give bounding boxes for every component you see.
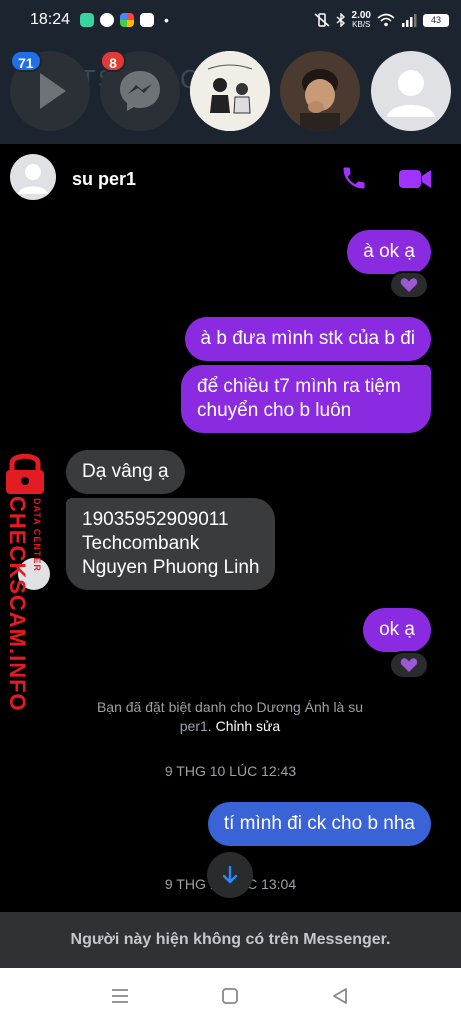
home-icon[interactable]	[218, 984, 242, 1008]
contact-avatar[interactable]	[10, 154, 56, 200]
account-number-text: 19035952909011	[82, 509, 229, 530]
timestamp: 9 THG 10 LÚC 12:43	[164, 763, 297, 779]
checkscam-watermark: CHECKSCAM.INFO DATA CENTER	[2, 450, 50, 712]
messenger-app-icon	[100, 13, 115, 27]
purple-heart-icon	[400, 278, 418, 292]
message-reaction[interactable]	[389, 651, 429, 679]
gallery-app-icon	[80, 13, 95, 27]
default-avatar-icon	[387, 70, 435, 117]
video-call-icon[interactable]	[398, 166, 432, 192]
purple-heart-icon	[400, 658, 418, 672]
watermark-small-text: DATA CENTER	[32, 498, 42, 572]
status-bar: 18:24 • 2.00 KB/S 43	[0, 0, 461, 40]
wifi-icon	[377, 13, 395, 27]
chat-heads-bar: TS ABLOC 71 8	[0, 40, 461, 144]
messenger-unread-badge: 8	[100, 50, 126, 72]
system-nav-bar	[0, 968, 461, 1024]
menu-icon[interactable]	[108, 984, 132, 1008]
network-speed-unit: KB/S	[352, 20, 371, 29]
contact-chat-head-illustration[interactable]	[190, 51, 270, 131]
nickname-system-message: Bạn đã đặt biệt danh cho Dương Ánh là su…	[80, 698, 380, 736]
outgoing-message[interactable]: tí mình đi ck cho b nha	[207, 802, 431, 846]
message-reaction[interactable]	[389, 271, 429, 299]
account-holder-text: Nguyen Phuong Linh	[82, 557, 260, 578]
video-unread-badge: 71	[10, 50, 42, 72]
chat-panel: su per1 à ok ạ à b đưa mình stk của b đi…	[0, 144, 461, 968]
network-speed: 2.00 KB/S	[352, 11, 371, 29]
edit-nickname-link[interactable]: Chỉnh sửa	[216, 718, 281, 734]
incoming-message[interactable]: Dạ vâng ạ	[66, 450, 185, 494]
contact-name[interactable]: su per1	[72, 169, 136, 190]
status-time: 18:24	[30, 11, 71, 28]
vibrate-off-icon	[314, 13, 330, 27]
signal-icon	[402, 14, 417, 27]
outgoing-message[interactable]: ok ạ	[363, 608, 431, 652]
more-notifications-dot: •	[164, 12, 169, 28]
phone-call-icon[interactable]	[340, 164, 368, 192]
contact-chat-head-default[interactable]	[371, 51, 451, 131]
bluetooth-icon	[336, 13, 345, 27]
photos-app-icon	[120, 13, 135, 27]
outgoing-message[interactable]: à ok ạ	[347, 230, 431, 274]
status-indicators: 2.00 KB/S 43	[314, 11, 449, 29]
person-photo-image	[280, 51, 360, 131]
contact-chat-head-photo[interactable]	[280, 51, 360, 131]
arrow-down-icon	[222, 865, 238, 884]
outgoing-message[interactable]: để chiều t7 mình ra tiệm chuyển cho b lu…	[181, 365, 431, 433]
lock-icon	[6, 453, 44, 494]
watermark-big-text: CHECKSCAM.INFO	[5, 496, 30, 712]
bank-name-text: Techcombank	[82, 533, 200, 554]
scroll-to-bottom-button[interactable]	[207, 852, 253, 898]
shop-app-icon	[140, 13, 155, 27]
illustration-avatar-image	[190, 51, 270, 131]
outgoing-message[interactable]: à b đưa mình stk của b đi	[184, 317, 431, 361]
back-icon[interactable]	[328, 984, 352, 1008]
unavailable-notice: Người này hiện không có trên Messenger.	[0, 912, 461, 968]
chat-header: su per1	[0, 144, 461, 214]
incoming-message-account[interactable]: 19035952909011 Techcombank Nguyen Phuong…	[66, 498, 276, 590]
default-avatar-icon	[18, 164, 48, 194]
battery-indicator: 43	[423, 13, 449, 27]
